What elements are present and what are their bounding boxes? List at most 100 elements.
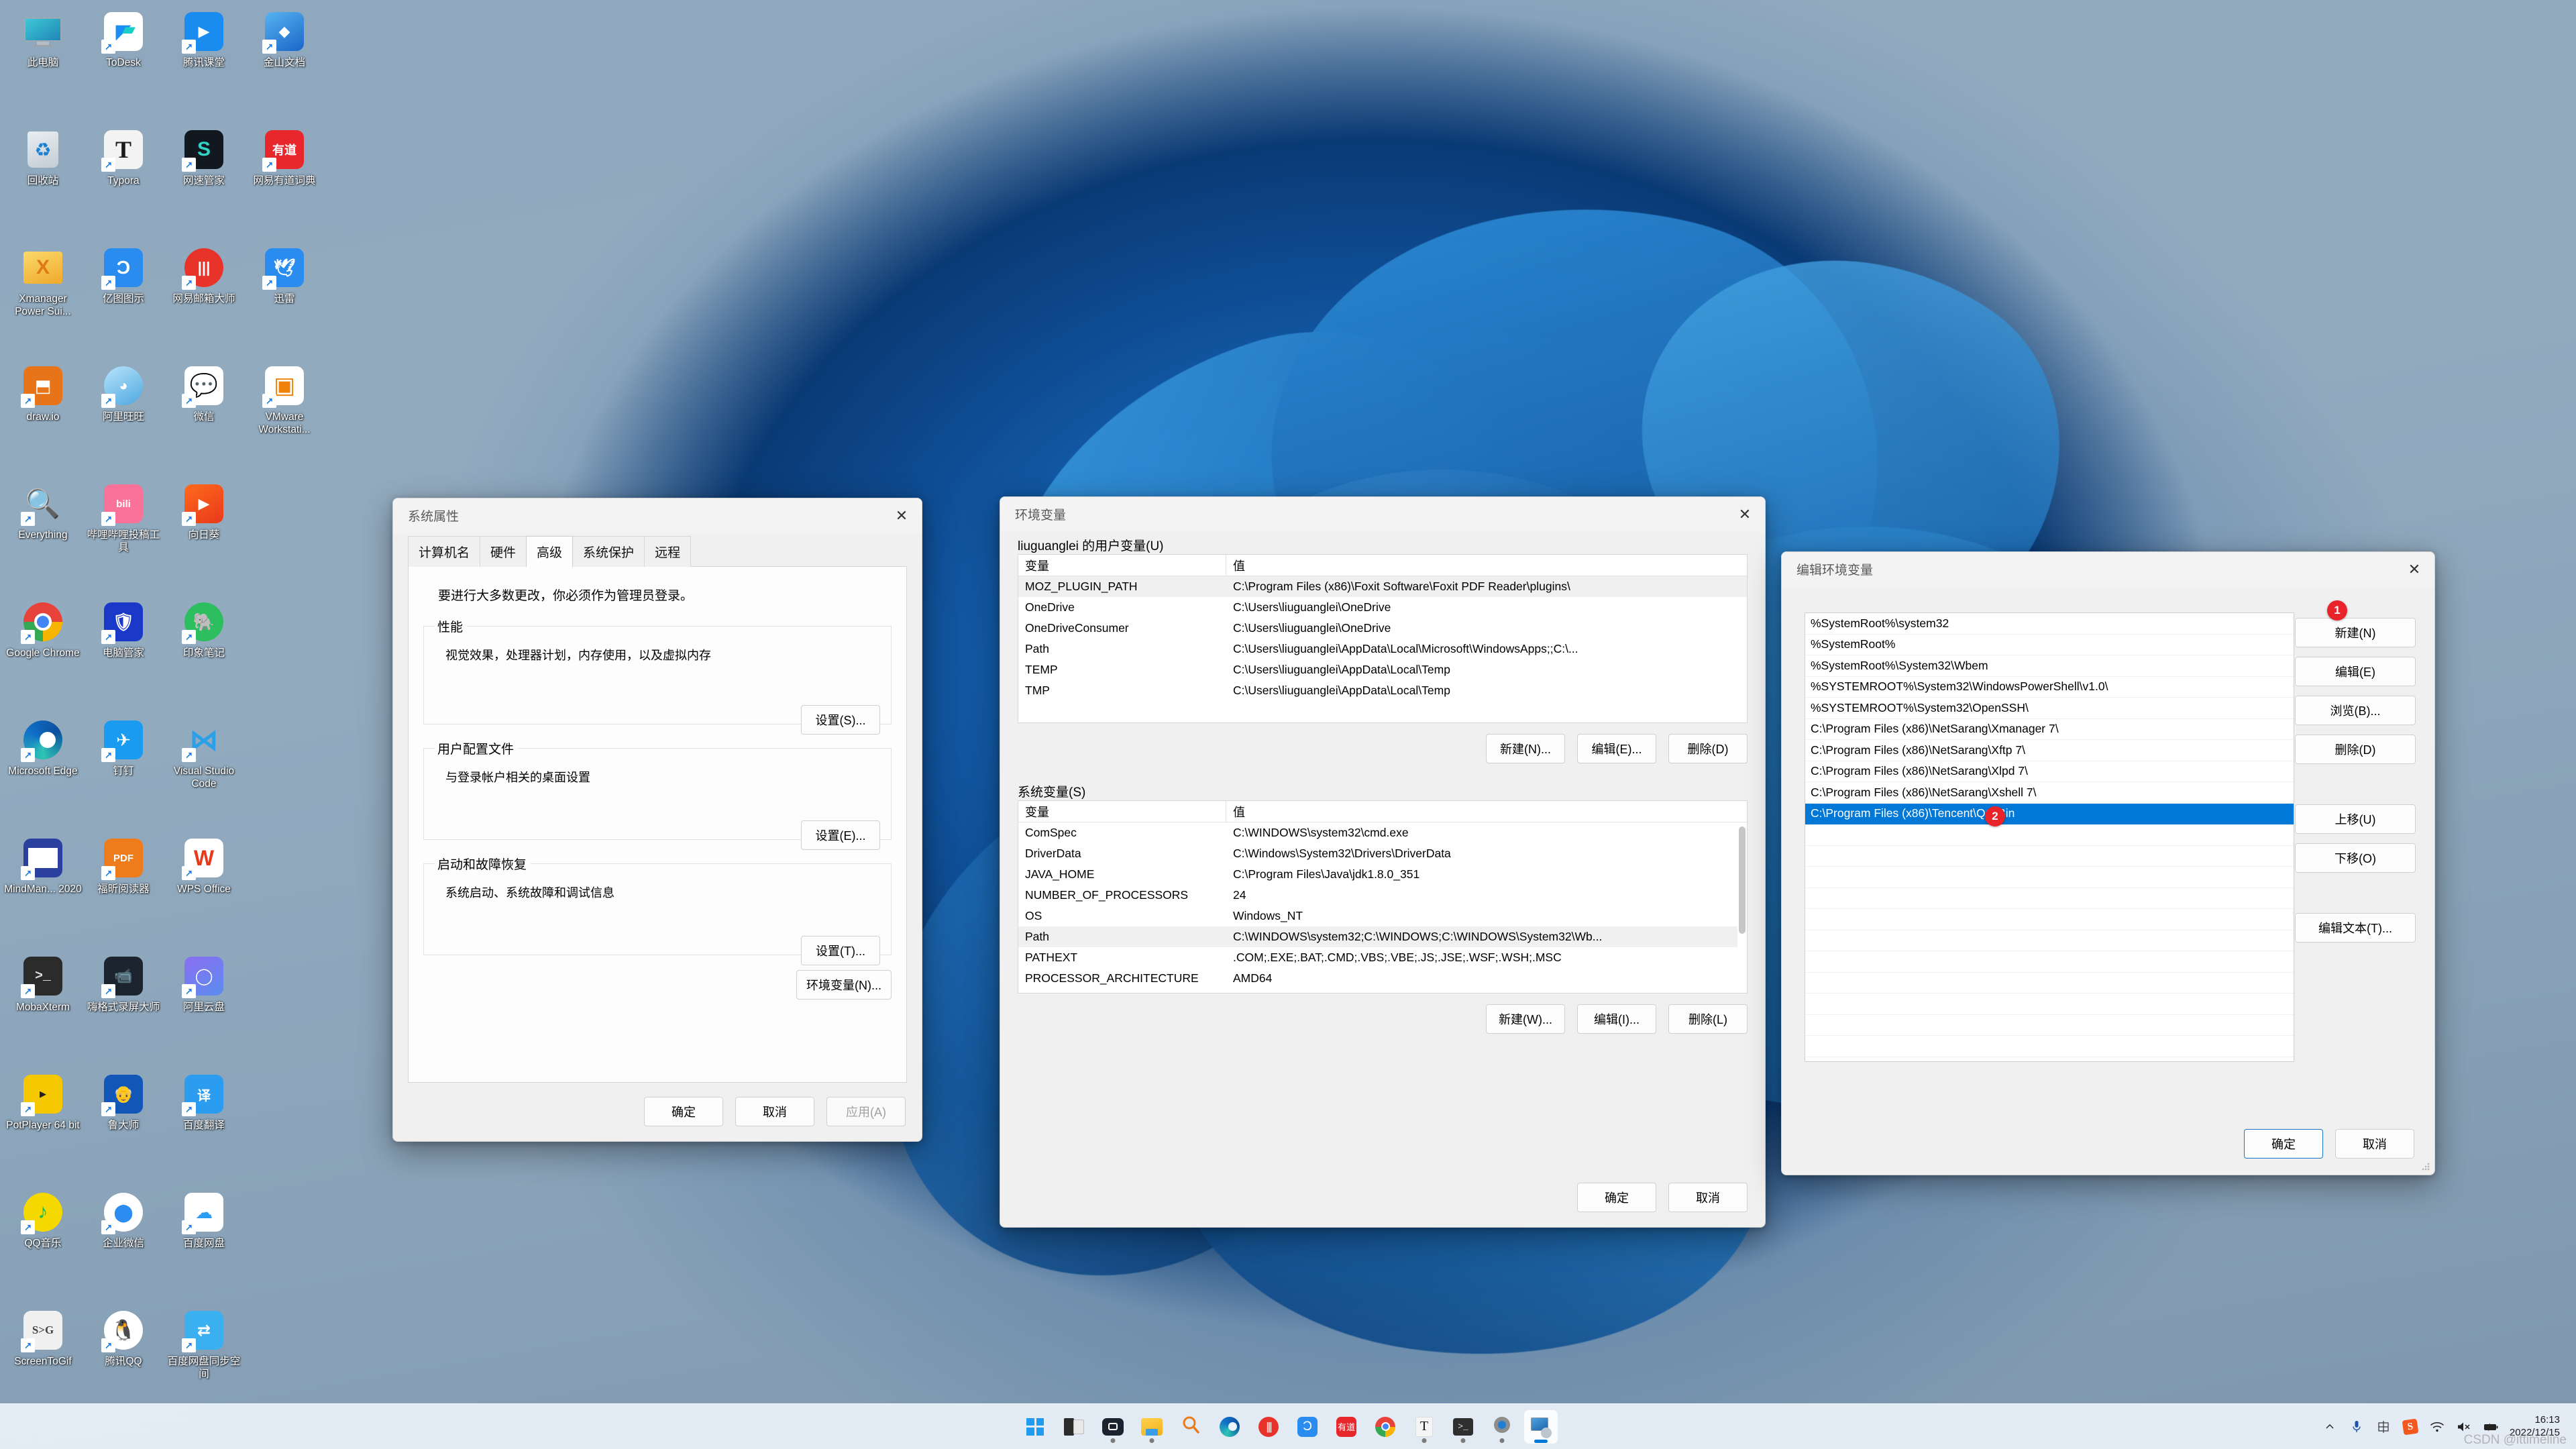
system-properties-window[interactable]: 系统属性 ✕ 计算机名 硬件 高级 系统保护 远程 要进行大多数更改，你必须作为管理员登…: [392, 498, 922, 1142]
taskbar-file-explorer[interactable]: [1135, 1410, 1169, 1444]
system-col-variable[interactable]: 变量: [1018, 801, 1226, 822]
table-row[interactable]: OS Windows_NT: [1018, 906, 1747, 926]
desktop-icon-pc-manager-icon[interactable]: 🛡 ↗ 电脑管家: [83, 596, 164, 714]
list-item-empty[interactable]: [1805, 909, 2294, 930]
list-item-empty[interactable]: [1805, 1036, 2294, 1057]
taskbar-start-button[interactable]: [1018, 1410, 1052, 1444]
path-edit-text-button[interactable]: 编辑文本(T)...: [2295, 913, 2416, 943]
list-item-empty[interactable]: [1805, 994, 2294, 1015]
desktop-icon-kingsoft-docs-icon[interactable]: ◆ ↗ 金山文档: [244, 5, 325, 123]
desktop-icon-netease-mail-icon[interactable]: ||| ↗ 网易邮箱大师: [164, 241, 244, 360]
system-var-edit-button[interactable]: 编辑(I)...: [1577, 1004, 1656, 1034]
desktop-icon-mobaxterm-icon[interactable]: >_ ↗ MobaXterm: [3, 950, 83, 1068]
user-col-value[interactable]: 值: [1226, 557, 1747, 574]
list-item[interactable]: %SYSTEMROOT%\System32\OpenSSH\: [1805, 698, 2294, 719]
list-item-empty[interactable]: [1805, 930, 2294, 951]
environment-variables-titlebar[interactable]: 环境变量 ✕: [1000, 497, 1765, 532]
close-icon[interactable]: ✕: [1725, 497, 1765, 532]
desktop-icon-vscode-icon[interactable]: ⋈ ↗ Visual Studio Code: [164, 714, 244, 832]
list-item[interactable]: %SystemRoot%\System32\Wbem: [1805, 655, 2294, 677]
desktop-icon-netspeed-manager-icon[interactable]: S ↗ 网速管家: [164, 123, 244, 241]
edit-environment-variable-window[interactable]: 编辑环境变量 ✕ %SystemRoot%\system32 %SystemRoo…: [1781, 551, 2435, 1175]
path-move-down-button[interactable]: 下移(O): [2295, 843, 2416, 873]
desktop-icon-wecom-icon[interactable]: ⬤ ↗ 企业微信: [83, 1186, 164, 1304]
taskbar-settings[interactable]: [1485, 1410, 1519, 1444]
resize-grip-icon[interactable]: [2421, 1162, 2430, 1171]
desktop-icon-dingtalk-icon[interactable]: ✈ ↗ 钉钉: [83, 714, 164, 832]
path-entry-list[interactable]: %SystemRoot%\system32 %SystemRoot% %System…: [1805, 612, 2294, 1062]
editenv-cancel-button[interactable]: 取消: [2335, 1129, 2414, 1159]
list-item[interactable]: %SystemRoot%\system32: [1805, 613, 2294, 635]
table-row[interactable]: ComSpec C:\WINDOWS\system32\cmd.exe: [1018, 822, 1747, 843]
speaker-muted-icon[interactable]: [2451, 1409, 2477, 1444]
desktop-icon-thunder-icon[interactable]: 🕊 ↗ 迅雷: [244, 241, 325, 360]
list-item[interactable]: C:\Program Files (x86)\NetSarang\Xmanage…: [1805, 719, 2294, 740]
taskbar-netease-mail[interactable]: |||: [1252, 1410, 1285, 1444]
desktop-icon-higeshi-recorder-icon[interactable]: 📹 ↗ 嗨格式录屏大师: [83, 950, 164, 1068]
list-item-empty[interactable]: [1805, 824, 2294, 846]
table-row[interactable]: MOZ_PLUGIN_PATH C:\Program Files (x86)\Fo…: [1018, 576, 1747, 597]
taskbar-microsoft-edge[interactable]: [1213, 1410, 1246, 1444]
desktop-icon-wps-office-icon[interactable]: W ↗ WPS Office: [164, 832, 244, 950]
system-var-delete-button[interactable]: 删除(L): [1668, 1004, 1748, 1034]
list-item[interactable]: %SystemRoot%: [1805, 635, 2294, 655]
table-row[interactable]: Path C:\WINDOWS\system32;C:\WINDOWS;C:\WI…: [1018, 926, 1747, 947]
system-col-value[interactable]: 值: [1226, 803, 1747, 820]
startup-recovery-settings-button[interactable]: 设置(T)...: [801, 936, 880, 965]
system-properties-titlebar[interactable]: 系统属性 ✕: [393, 498, 922, 533]
desktop-icon-xmanager-icon[interactable]: X Xmanager Power Sui...: [3, 241, 83, 360]
desktop-icon-baidu-netdisk-icon[interactable]: ☁ ↗ 百度网盘: [164, 1186, 244, 1304]
desktop-icon-todesk-icon[interactable]: ◤ ▰ ↗ ToDesk: [83, 5, 164, 123]
list-item-empty[interactable]: [1805, 1015, 2294, 1036]
clock[interactable]: 16:13 2022/12/15: [2504, 1414, 2567, 1440]
table-row[interactable]: TEMP C:\Users\liuguanglei\AppData\Local\T…: [1018, 659, 1747, 680]
taskbar-task-view-button[interactable]: [1057, 1410, 1091, 1444]
desktop-icon-mindmanager-icon[interactable]: ↗ MindMan... 2020: [3, 832, 83, 950]
user-var-new-button[interactable]: 新建(N)...: [1486, 734, 1565, 763]
system-variables-table[interactable]: 变量 值 ComSpec C:\WINDOWS\system32\cmd.exe D…: [1018, 800, 1748, 994]
tab-3[interactable]: 系统保护: [572, 536, 645, 567]
desktop-icon-baidu-translate-icon[interactable]: 译 ↗ 百度翻译: [164, 1068, 244, 1186]
list-item[interactable]: %SYSTEMROOT%\System32\WindowsPowerShell\…: [1805, 677, 2294, 698]
user-var-edit-button[interactable]: 编辑(E)...: [1577, 734, 1656, 763]
table-row[interactable]: OneDriveConsumer C:\Users\liuguanglei\One…: [1018, 618, 1747, 639]
path-browse-button[interactable]: 浏览(B)...: [2295, 696, 2416, 725]
desktop-icon-edraw-icon[interactable]: Ɔ ↗ 亿图图示: [83, 241, 164, 360]
taskbar-youdao-dict[interactable]: 有道: [1330, 1410, 1363, 1444]
user-profiles-settings-button[interactable]: 设置(E)...: [801, 820, 880, 850]
desktop-icon-vmware-icon[interactable]: ▣ ↗ VMware Workstati...: [244, 360, 325, 478]
table-row[interactable]: JAVA_HOME C:\Program Files\Java\jdk1.8.0_…: [1018, 864, 1747, 885]
desktop-icon-edge-icon[interactable]: ↗ Microsoft Edge: [3, 714, 83, 832]
desktop-icon-wechat-icon[interactable]: 💬 ↗ 微信: [164, 360, 244, 478]
desktop-icon-sunflower-icon[interactable]: ▶ ↗ 向日葵: [164, 478, 244, 596]
taskbar-system-properties[interactable]: [1524, 1409, 1558, 1444]
system-variables-scrollbar[interactable]: [1737, 822, 1747, 993]
battery-charging-icon[interactable]: [2477, 1409, 2504, 1444]
desktop-icon-everything-icon[interactable]: 🔍 ↗ Everything: [3, 478, 83, 596]
sysprops-ok-button[interactable]: 确定: [644, 1097, 723, 1126]
envvars-ok-button[interactable]: 确定: [1577, 1183, 1656, 1212]
desktop-icon-drawio-icon[interactable]: ⬒ ↗ draw.io: [3, 360, 83, 478]
taskbar-typora[interactable]: T: [1407, 1410, 1441, 1444]
desktop-icon-aliyun-drive-icon[interactable]: ◯ ↗ 阿里云盘: [164, 950, 244, 1068]
environment-variables-window[interactable]: 环境变量 ✕ liuguanglei 的用户变量(U) 变量 值 MOZ_PLU…: [1000, 496, 1766, 1228]
tab-0[interactable]: 计算机名: [408, 536, 481, 567]
list-item-empty[interactable]: [1805, 973, 2294, 994]
path-edit-button[interactable]: 编辑(E): [2295, 657, 2416, 686]
system-var-new-button[interactable]: 新建(W)...: [1486, 1004, 1565, 1034]
user-variables-table[interactable]: 变量 值 MOZ_PLUGIN_PATH C:\Program Files (x8…: [1018, 554, 1748, 723]
taskbar-edraw[interactable]: Ɔ: [1291, 1410, 1324, 1444]
desktop-icon-typora-icon[interactable]: T ↗ Typora: [83, 123, 164, 241]
list-item[interactable]: C:\Program Files (x86)\NetSarang\Xftp 7\: [1805, 740, 2294, 761]
list-item[interactable]: C:\Program Files (x86)\Tencent\QQ\Bin 2: [1805, 803, 2294, 826]
user-var-delete-button[interactable]: 删除(D): [1668, 734, 1748, 763]
table-row[interactable]: DriverData C:\Windows\System32\Drivers\Dr…: [1018, 843, 1747, 864]
user-col-variable[interactable]: 变量: [1018, 555, 1226, 576]
list-item[interactable]: C:\Program Files (x86)\NetSarang\Xlpd 7\: [1805, 761, 2294, 782]
wifi-icon[interactable]: [2424, 1409, 2451, 1444]
close-icon[interactable]: ✕: [881, 498, 922, 533]
sogou-icon[interactable]: S: [2397, 1409, 2424, 1444]
list-item[interactable]: C:\Program Files (x86)\NetSarang\Xshell …: [1805, 782, 2294, 804]
chevron-up-icon[interactable]: [2316, 1409, 2343, 1444]
desktop-icon-chrome-icon[interactable]: ↗ Google Chrome: [3, 596, 83, 714]
